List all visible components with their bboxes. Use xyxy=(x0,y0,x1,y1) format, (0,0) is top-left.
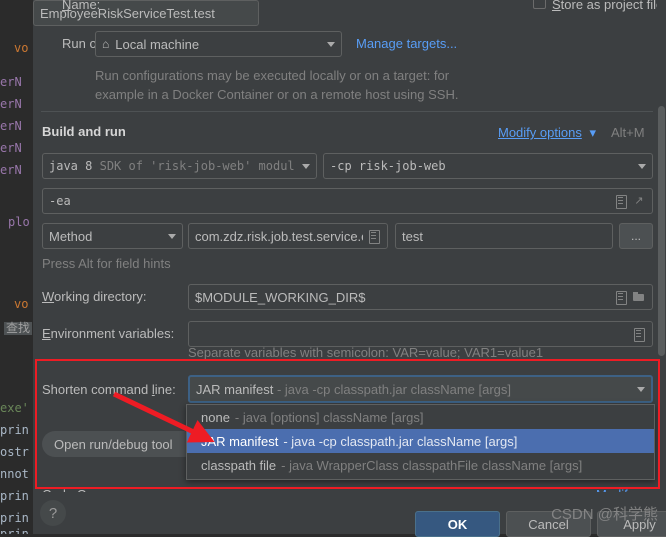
expand-editor-icon[interactable] xyxy=(367,229,381,244)
chevron-down-icon xyxy=(637,386,645,392)
browse-test-button[interactable]: ... xyxy=(619,223,653,249)
chevron-down-icon xyxy=(638,163,646,169)
help-button-label: ? xyxy=(48,504,58,522)
field-hints-text: Press Alt for field hints xyxy=(42,256,171,271)
dropdown-option-desc: - java -cp classpath.jar className [args… xyxy=(283,433,518,449)
working-directory-label: Working directory: xyxy=(42,289,147,304)
modify-options-link[interactable]: Modify options ▾ xyxy=(498,125,596,141)
folder-icon[interactable] xyxy=(632,290,646,304)
name-label: Name: xyxy=(62,0,101,12)
build-and-run-title: Build and run xyxy=(42,124,126,139)
code-line: ostr xyxy=(0,445,29,459)
code-line: prin xyxy=(0,527,29,535)
expand-editor-icon[interactable] xyxy=(614,194,628,209)
expand-arrows-icon[interactable]: ↗ xyxy=(632,194,646,208)
expand-editor-icon[interactable] xyxy=(632,327,646,342)
expand-editor-icon[interactable] xyxy=(614,290,628,305)
dropdown-option-label: none xyxy=(201,409,230,425)
dropdown-option-desc: - java WrapperClass classpathFile classN… xyxy=(281,457,583,473)
modify-options-shortcut: Alt+M xyxy=(611,125,645,140)
code-line: nnot xyxy=(0,467,29,481)
dropdown-option-label: JAR manifest xyxy=(201,433,279,449)
run-on-hint-line-2: example in a Docker Container or on a re… xyxy=(95,87,459,102)
code-line: erN xyxy=(0,119,22,133)
test-kind-combobox[interactable]: Method xyxy=(42,223,183,249)
working-directory-input[interactable]: $MODULE_WORKING_DIR$ xyxy=(188,284,653,310)
manage-targets-link[interactable]: Manage targets... xyxy=(356,36,457,51)
chevron-down-icon xyxy=(302,163,310,169)
environment-variables-hint: Separate variables with semicolon: VAR=v… xyxy=(188,345,544,360)
chevron-down-icon xyxy=(327,41,335,47)
ok-button-label: OK xyxy=(447,516,468,532)
code-line: erN xyxy=(0,97,22,111)
run-on-value: Local machine xyxy=(115,36,200,52)
run-debug-configuration-dialog: Name: EmployeeRiskServiceTest.test Store… xyxy=(33,0,666,537)
ok-button[interactable]: OK xyxy=(415,511,500,537)
run-on-combobox[interactable]: ⌂ Local machine xyxy=(95,31,342,57)
run-on-hint-line-1: Run configurations may be executed local… xyxy=(95,68,450,83)
store-as-project-file-checkbox[interactable] xyxy=(533,0,546,9)
shorten-command-line-value: JAR manifest - java -cp classpath.jar cl… xyxy=(196,381,512,397)
code-line: erN xyxy=(0,163,22,177)
test-kind-value: Method xyxy=(49,228,93,244)
dropdown-option-none[interactable]: none - java [options] className [args] xyxy=(187,405,654,429)
vm-options-value: -ea xyxy=(49,194,71,208)
code-line: 查找 xyxy=(4,321,33,335)
vertical-scrollbar-thumb[interactable] xyxy=(658,106,665,356)
code-line: exe' xyxy=(0,401,29,415)
code-line: plo xyxy=(8,215,30,229)
code-line: erN xyxy=(0,141,22,155)
test-class-value: com.zdz.risk.job.test.service.em xyxy=(195,228,363,244)
watermark-text: CSDN @科学熊 xyxy=(551,506,658,523)
dropdown-option-desc: - java [options] className [args] xyxy=(234,409,424,425)
open-run-debug-tool-label: Open run/debug tool xyxy=(54,436,173,452)
classpath-value: -cp risk-job-web xyxy=(330,159,446,173)
environment-variables-input[interactable] xyxy=(188,321,653,347)
code-line: prin xyxy=(0,489,29,503)
classpath-combobox[interactable]: -cp risk-job-web xyxy=(323,153,653,179)
name-row: Name: xyxy=(62,0,100,12)
test-method-input[interactable]: test xyxy=(395,223,613,249)
shorten-command-line-combobox[interactable]: JAR manifest - java -cp classpath.jar cl… xyxy=(188,375,653,403)
shorten-command-line-label: Shorten command line: xyxy=(42,382,176,397)
chevron-down-icon xyxy=(168,233,176,239)
vm-options-input[interactable]: -ea ↗ xyxy=(42,188,653,214)
divider xyxy=(41,111,653,112)
code-line: prin xyxy=(0,511,29,525)
code-line: vo xyxy=(14,297,29,311)
dropdown-option-label: classpath file xyxy=(201,457,277,473)
code-line: prin xyxy=(0,423,29,437)
environment-variables-label: Environment variables: xyxy=(42,326,175,341)
jre-combobox[interactable]: java 8 SDK of 'risk-job-web' modul xyxy=(42,153,317,179)
help-button[interactable]: ? xyxy=(40,500,66,526)
home-icon: ⌂ xyxy=(102,37,110,51)
store-as-project-file-label: Store as project file xyxy=(552,0,664,12)
working-directory-value: $MODULE_WORKING_DIR$ xyxy=(195,289,366,305)
test-method-value: test xyxy=(402,228,423,244)
test-class-input[interactable]: com.zdz.risk.job.test.service.em xyxy=(188,223,388,249)
dropdown-option-jar-manifest[interactable]: JAR manifest - java -cp classpath.jar cl… xyxy=(187,429,654,453)
shorten-command-line-dropdown-list[interactable]: none - java [options] className [args] J… xyxy=(186,404,655,480)
jre-value: java 8 SDK of 'risk-job-web' modul xyxy=(49,159,295,173)
code-line: erN xyxy=(0,75,22,89)
scroll-gutter xyxy=(657,0,666,103)
chevron-down-icon: ▾ xyxy=(589,125,596,140)
dropdown-option-classpath-file[interactable]: classpath file - java WrapperClass class… xyxy=(187,453,654,477)
ellipsis-icon: ... xyxy=(630,229,641,243)
open-run-debug-tool-button[interactable]: Open run/debug tool xyxy=(42,431,197,457)
code-line: vo xyxy=(14,41,29,55)
